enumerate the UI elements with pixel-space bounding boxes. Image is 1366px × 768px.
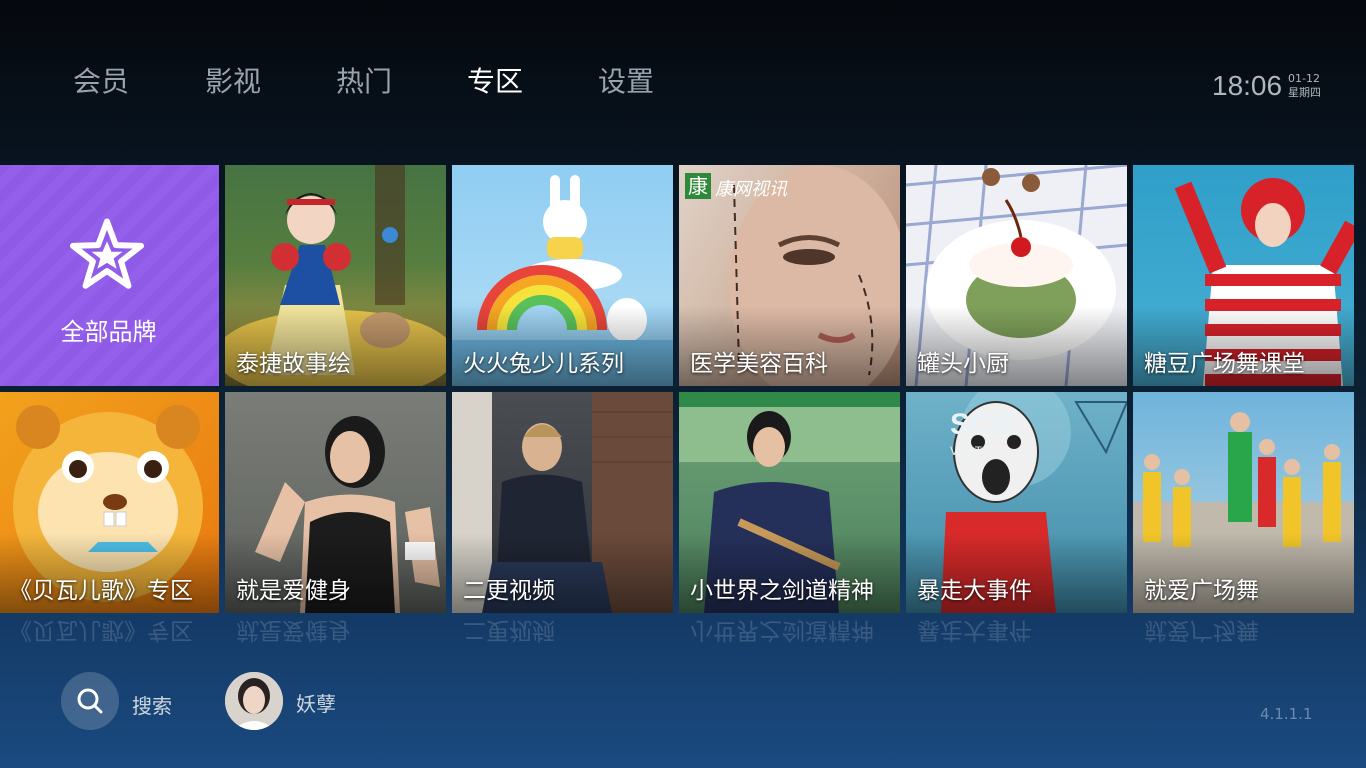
sign-subtext: VECT xyxy=(950,444,983,458)
tile-huohuotu-kids[interactable]: 火火兔少儿系列 xyxy=(452,165,673,386)
tile-reflection: 《贝瓦儿歌》专区 xyxy=(0,616,219,674)
tile-reflection: 小世界之剑道精神 xyxy=(679,616,900,674)
clock-weekday: 星期四 xyxy=(1288,86,1321,99)
tile-reflection-label: 就是爱健身 xyxy=(236,617,351,643)
search-label[interactable]: 搜索 xyxy=(132,690,172,719)
tile-label: 火火兔少儿系列 xyxy=(463,351,624,377)
star-icon xyxy=(70,218,144,289)
tile-label: 就爱广场舞 xyxy=(1144,578,1259,604)
tile-label: 糖豆广场舞课堂 xyxy=(1144,351,1305,377)
nav-tab-zone[interactable]: 专区 xyxy=(467,60,523,100)
nav-tab-movies[interactable]: 影视 xyxy=(205,60,261,100)
tile-story-picturebook[interactable]: 泰捷故事绘 xyxy=(225,165,446,386)
all-brands-tile[interactable]: 全部品牌 xyxy=(0,165,219,386)
nav-tab-settings[interactable]: 设置 xyxy=(598,60,654,100)
tile-beiwa-songs[interactable]: 《贝瓦儿歌》专区 xyxy=(0,392,219,613)
kangwang-logo-text: 康网视讯 xyxy=(715,179,787,200)
tile-label: 二更视频 xyxy=(463,578,555,604)
avatar-image xyxy=(225,672,283,730)
clock-date-box: 01-12 星期四 xyxy=(1288,72,1321,100)
tile-label: 《贝瓦儿歌》专区 xyxy=(9,578,193,604)
tile-canned-kitchen[interactable]: 罐头小厨 xyxy=(906,165,1127,386)
tile-label: 医学美容百科 xyxy=(690,351,828,377)
version-label: 4.1.1.1 xyxy=(1260,705,1313,723)
nav-tab-member[interactable]: 会员 xyxy=(73,60,129,100)
search-icon xyxy=(77,688,103,714)
kangwang-logo-badge: 康 xyxy=(685,173,711,199)
tile-ergeng-video[interactable]: 二更视频 xyxy=(452,392,673,613)
tile-reflection: 就是爱健身 xyxy=(225,616,446,674)
tile-reflection-label: 暴走大事件 xyxy=(917,617,1032,643)
tile-medical-beauty[interactable]: 康 康网视讯 医学美容百科 xyxy=(679,165,900,386)
tile-label: 暴走大事件 xyxy=(917,578,1032,604)
user-name[interactable]: 妖孽 xyxy=(296,688,336,717)
tile-reflection-label: 二更视频 xyxy=(463,617,555,643)
tile-reflection: 二更视频 xyxy=(452,616,673,674)
nav-tab-hot[interactable]: 热门 xyxy=(336,60,392,100)
sign-text: SCIE xyxy=(950,408,1021,441)
tile-kendo-spirit[interactable]: 小世界之剑道精神 xyxy=(679,392,900,613)
tile-label: 罐头小厨 xyxy=(917,351,1009,377)
tile-love-square-dance[interactable]: 就爱广场舞 xyxy=(1133,392,1354,613)
tile-reflection: 就爱广场舞 xyxy=(1133,616,1354,674)
tile-reflection: 暴走大事件 xyxy=(906,616,1127,674)
clock-time: 18:06 xyxy=(1212,70,1283,101)
all-brands-label: 全部品牌 xyxy=(60,318,157,346)
clock-date: 01-12 xyxy=(1288,72,1320,85)
tile-baozou-events[interactable]: SCIE VECT 暴走大事件 xyxy=(906,392,1127,613)
tile-reflection-label: 小世界之剑道精神 xyxy=(690,617,874,643)
user-avatar[interactable] xyxy=(225,672,283,730)
tile-label: 小世界之剑道精神 xyxy=(690,578,874,604)
tile-love-fitness[interactable]: 就是爱健身 xyxy=(225,392,446,613)
tile-reflection-label: 就爱广场舞 xyxy=(1144,617,1259,643)
search-button[interactable] xyxy=(61,672,119,730)
tile-tangdou-dance-class[interactable]: 糖豆广场舞课堂 xyxy=(1133,165,1354,386)
tile-label: 泰捷故事绘 xyxy=(236,351,351,377)
tile-label: 就是爱健身 xyxy=(236,578,351,604)
tile-reflection-label: 《贝瓦儿歌》专区 xyxy=(9,617,193,643)
